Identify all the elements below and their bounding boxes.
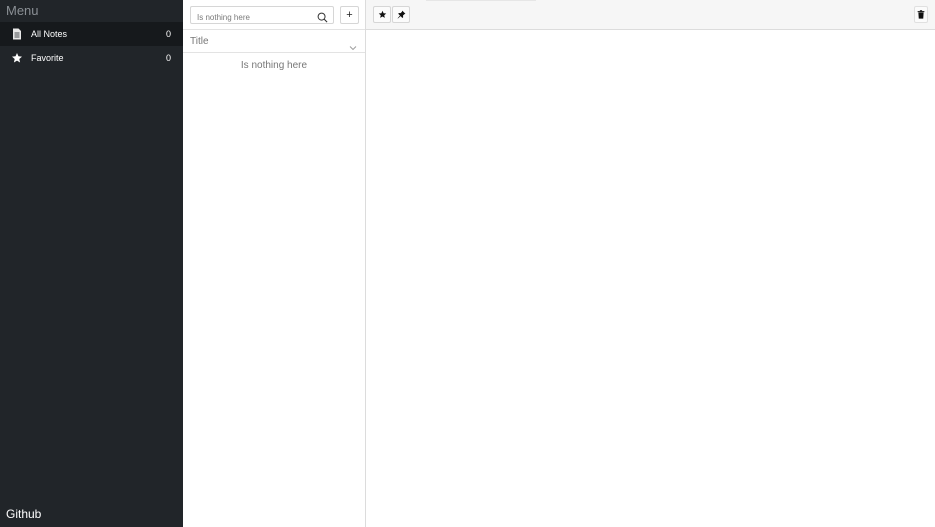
sidebar-title: Menu [6,3,39,18]
notes-list-panel: + Title Is nothing here [183,0,366,527]
sort-dropdown[interactable]: Title [183,30,365,53]
sidebar-item-count: 0 [165,29,171,39]
sidebar: Menu All Notes 0 Favorite 0 Github [0,0,183,527]
pin-icon [397,10,405,19]
sidebar-item-count: 0 [165,53,171,63]
sidebar-item-label: All Notes [31,29,68,39]
sidebar-item-all-notes[interactable]: All Notes 0 [0,22,183,46]
favorite-button[interactable] [373,6,391,23]
app-root: Menu All Notes 0 Favorite 0 Github Is no… [0,0,935,527]
github-link[interactable]: Github [6,507,41,521]
delete-button[interactable] [914,6,928,23]
chevron-down-icon [349,38,357,51]
editor-toolbar [366,0,935,30]
search-input[interactable] [191,9,333,25]
search-box [190,5,334,25]
sidebar-item-label: Favorite [31,53,64,63]
star-icon [378,10,386,18]
pin-button[interactable] [392,6,410,23]
empty-list-message: Is nothing here [240,60,308,71]
add-note-button[interactable]: + [340,5,359,24]
list-toolbar: + [183,0,365,30]
star-icon [11,52,23,64]
search-icon[interactable] [317,10,328,22]
document-icon [11,28,23,40]
editor-panel [366,0,935,527]
sidebar-item-favorite[interactable]: Favorite 0 [0,46,183,70]
sort-label: Title [190,35,209,47]
trash-icon [917,10,925,19]
